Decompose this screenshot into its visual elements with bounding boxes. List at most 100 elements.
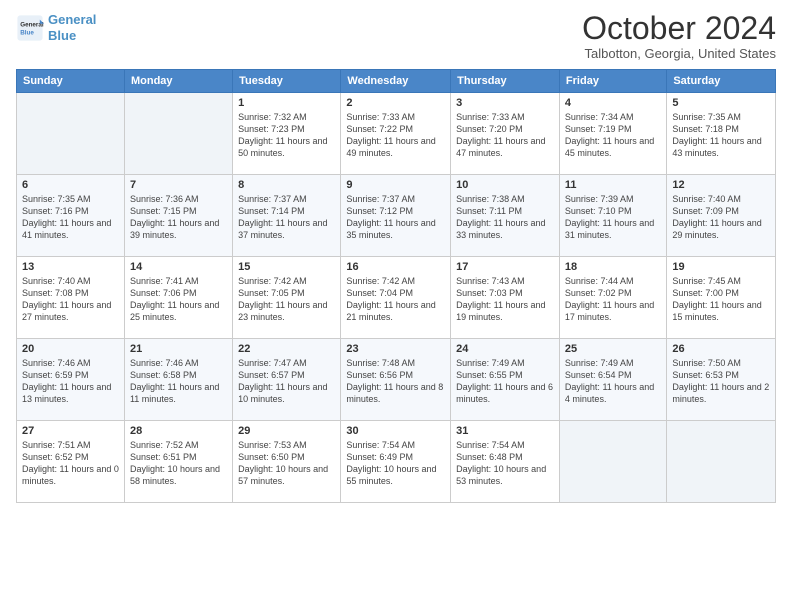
day-info: Sunrise: 7:53 AMSunset: 6:50 PMDaylight:…	[238, 439, 335, 488]
day-info: Sunrise: 7:33 AMSunset: 7:20 PMDaylight:…	[456, 111, 554, 160]
day-number: 15	[238, 261, 335, 273]
day-cell: 23Sunrise: 7:48 AMSunset: 6:56 PMDayligh…	[341, 339, 451, 421]
day-info: Sunrise: 7:35 AMSunset: 7:18 PMDaylight:…	[672, 111, 770, 160]
day-number: 6	[22, 179, 119, 191]
day-number: 27	[22, 425, 119, 437]
day-cell: 13 Sunrise: 7:40 AMSunset: 7:08 PMDayligh…	[17, 257, 125, 339]
day-number: 24	[456, 343, 554, 355]
day-number: 13	[22, 261, 119, 273]
day-cell: 26 Sunrise: 7:50 AMSunset: 6:53 PMDayligh…	[667, 339, 776, 421]
day-number: 25	[565, 343, 661, 355]
day-cell: 16Sunrise: 7:42 AMSunset: 7:04 PMDayligh…	[341, 257, 451, 339]
day-cell: 22 Sunrise: 7:47 AMSunset: 6:57 PMDayligh…	[233, 339, 341, 421]
logo-line2: Blue	[48, 28, 76, 43]
day-info: Sunrise: 7:52 AMSunset: 6:51 PMDaylight:…	[130, 439, 227, 488]
day-number: 14	[130, 261, 227, 273]
day-cell: 2Sunrise: 7:33 AMSunset: 7:22 PMDaylight…	[341, 93, 451, 175]
day-info: Sunrise: 7:43 AMSunset: 7:03 PMDaylight:…	[456, 275, 554, 324]
day-cell: 18 Sunrise: 7:44 AMSunset: 7:02 PMDayligh…	[559, 257, 666, 339]
day-number: 11	[565, 179, 661, 191]
day-number: 1	[238, 97, 335, 109]
day-info: Sunrise: 7:40 AMSunset: 7:09 PMDaylight:…	[672, 193, 770, 242]
day-info: Sunrise: 7:34 AMSunset: 7:19 PMDaylight:…	[565, 111, 661, 160]
day-number: 30	[346, 425, 445, 437]
day-number: 17	[456, 261, 554, 273]
header: General Blue General Blue October 2024 T…	[16, 12, 776, 61]
page: General Blue General Blue October 2024 T…	[0, 0, 792, 612]
day-cell: 28 Sunrise: 7:52 AMSunset: 6:51 PMDayligh…	[124, 421, 232, 503]
day-number: 10	[456, 179, 554, 191]
day-cell: 21 Sunrise: 7:46 AMSunset: 6:58 PMDayligh…	[124, 339, 232, 421]
calendar-body: 1 Sunrise: 7:32 AMSunset: 7:23 PMDaylight…	[17, 93, 776, 503]
day-info: Sunrise: 7:35 AMSunset: 7:16 PMDaylight:…	[22, 193, 119, 242]
day-number: 3	[456, 97, 554, 109]
day-cell: 19 Sunrise: 7:45 AMSunset: 7:00 PMDayligh…	[667, 257, 776, 339]
day-info: Sunrise: 7:47 AMSunset: 6:57 PMDaylight:…	[238, 357, 335, 406]
day-cell: 4 Sunrise: 7:34 AMSunset: 7:19 PMDaylight…	[559, 93, 666, 175]
day-info: Sunrise: 7:32 AMSunset: 7:23 PMDaylight:…	[238, 111, 335, 160]
day-number: 16	[346, 261, 445, 273]
logo-text: General Blue	[48, 12, 96, 43]
day-info: Sunrise: 7:44 AMSunset: 7:02 PMDaylight:…	[565, 275, 661, 324]
day-number: 29	[238, 425, 335, 437]
col-thursday: Thursday	[451, 70, 560, 93]
day-number: 21	[130, 343, 227, 355]
day-cell	[667, 421, 776, 503]
day-number: 19	[672, 261, 770, 273]
day-cell: 24 Sunrise: 7:49 AMSunset: 6:55 PMDayligh…	[451, 339, 560, 421]
day-cell: 7Sunrise: 7:36 AMSunset: 7:15 PMDaylight…	[124, 175, 232, 257]
day-info: Sunrise: 7:41 AMSunset: 7:06 PMDaylight:…	[130, 275, 227, 324]
day-number: 28	[130, 425, 227, 437]
day-number: 20	[22, 343, 119, 355]
day-cell: 17 Sunrise: 7:43 AMSunset: 7:03 PMDayligh…	[451, 257, 560, 339]
day-cell: 27 Sunrise: 7:51 AMSunset: 6:52 PMDayligh…	[17, 421, 125, 503]
day-cell: 10 Sunrise: 7:38 AMSunset: 7:11 PMDayligh…	[451, 175, 560, 257]
col-sunday: Sunday	[17, 70, 125, 93]
day-number: 9	[346, 179, 445, 191]
day-cell: 12 Sunrise: 7:40 AMSunset: 7:09 PMDayligh…	[667, 175, 776, 257]
day-number: 22	[238, 343, 335, 355]
day-info: Sunrise: 7:51 AMSunset: 6:52 PMDaylight:…	[22, 439, 119, 488]
day-info: Sunrise: 7:49 AMSunset: 6:55 PMDaylight:…	[456, 357, 554, 406]
week-row-5: 27 Sunrise: 7:51 AMSunset: 6:52 PMDayligh…	[17, 421, 776, 503]
day-number: 18	[565, 261, 661, 273]
day-cell: 5 Sunrise: 7:35 AMSunset: 7:18 PMDaylight…	[667, 93, 776, 175]
day-info: Sunrise: 7:50 AMSunset: 6:53 PMDaylight:…	[672, 357, 770, 406]
day-cell	[559, 421, 666, 503]
col-monday: Monday	[124, 70, 232, 93]
day-info: Sunrise: 7:37 AMSunset: 7:12 PMDaylight:…	[346, 193, 445, 242]
svg-text:Blue: Blue	[20, 29, 34, 36]
day-info: Sunrise: 7:37 AMSunset: 7:14 PMDaylight:…	[238, 193, 335, 242]
day-cell: 3 Sunrise: 7:33 AMSunset: 7:20 PMDaylight…	[451, 93, 560, 175]
day-info: Sunrise: 7:39 AMSunset: 7:10 PMDaylight:…	[565, 193, 661, 242]
title-block: October 2024 Talbotton, Georgia, United …	[582, 12, 776, 61]
logo: General Blue General Blue	[16, 12, 96, 43]
day-cell	[124, 93, 232, 175]
col-tuesday: Tuesday	[233, 70, 341, 93]
logo-icon: General Blue	[16, 14, 44, 42]
day-number: 7	[130, 179, 227, 191]
day-cell: 1 Sunrise: 7:32 AMSunset: 7:23 PMDaylight…	[233, 93, 341, 175]
calendar-table: Sunday Monday Tuesday Wednesday Thursday…	[16, 69, 776, 503]
day-number: 23	[346, 343, 445, 355]
day-info: Sunrise: 7:45 AMSunset: 7:00 PMDaylight:…	[672, 275, 770, 324]
day-number: 12	[672, 179, 770, 191]
day-info: Sunrise: 7:40 AMSunset: 7:08 PMDaylight:…	[22, 275, 119, 324]
day-info: Sunrise: 7:54 AMSunset: 6:48 PMDaylight:…	[456, 439, 554, 488]
month-title: October 2024	[582, 12, 776, 44]
day-info: Sunrise: 7:46 AMSunset: 6:58 PMDaylight:…	[130, 357, 227, 406]
day-number: 8	[238, 179, 335, 191]
day-info: Sunrise: 7:42 AMSunset: 7:05 PMDaylight:…	[238, 275, 335, 324]
day-number: 4	[565, 97, 661, 109]
day-cell: 14 Sunrise: 7:41 AMSunset: 7:06 PMDayligh…	[124, 257, 232, 339]
week-row-1: 1 Sunrise: 7:32 AMSunset: 7:23 PMDaylight…	[17, 93, 776, 175]
week-row-2: 6 Sunrise: 7:35 AMSunset: 7:16 PMDaylight…	[17, 175, 776, 257]
day-cell: 9 Sunrise: 7:37 AMSunset: 7:12 PMDaylight…	[341, 175, 451, 257]
day-number: 26	[672, 343, 770, 355]
week-row-4: 20 Sunrise: 7:46 AMSunset: 6:59 PMDayligh…	[17, 339, 776, 421]
day-number: 5	[672, 97, 770, 109]
day-info: Sunrise: 7:46 AMSunset: 6:59 PMDaylight:…	[22, 357, 119, 406]
day-info: Sunrise: 7:49 AMSunset: 6:54 PMDaylight:…	[565, 357, 661, 406]
day-info: Sunrise: 7:38 AMSunset: 7:11 PMDaylight:…	[456, 193, 554, 242]
day-cell: 15 Sunrise: 7:42 AMSunset: 7:05 PMDayligh…	[233, 257, 341, 339]
